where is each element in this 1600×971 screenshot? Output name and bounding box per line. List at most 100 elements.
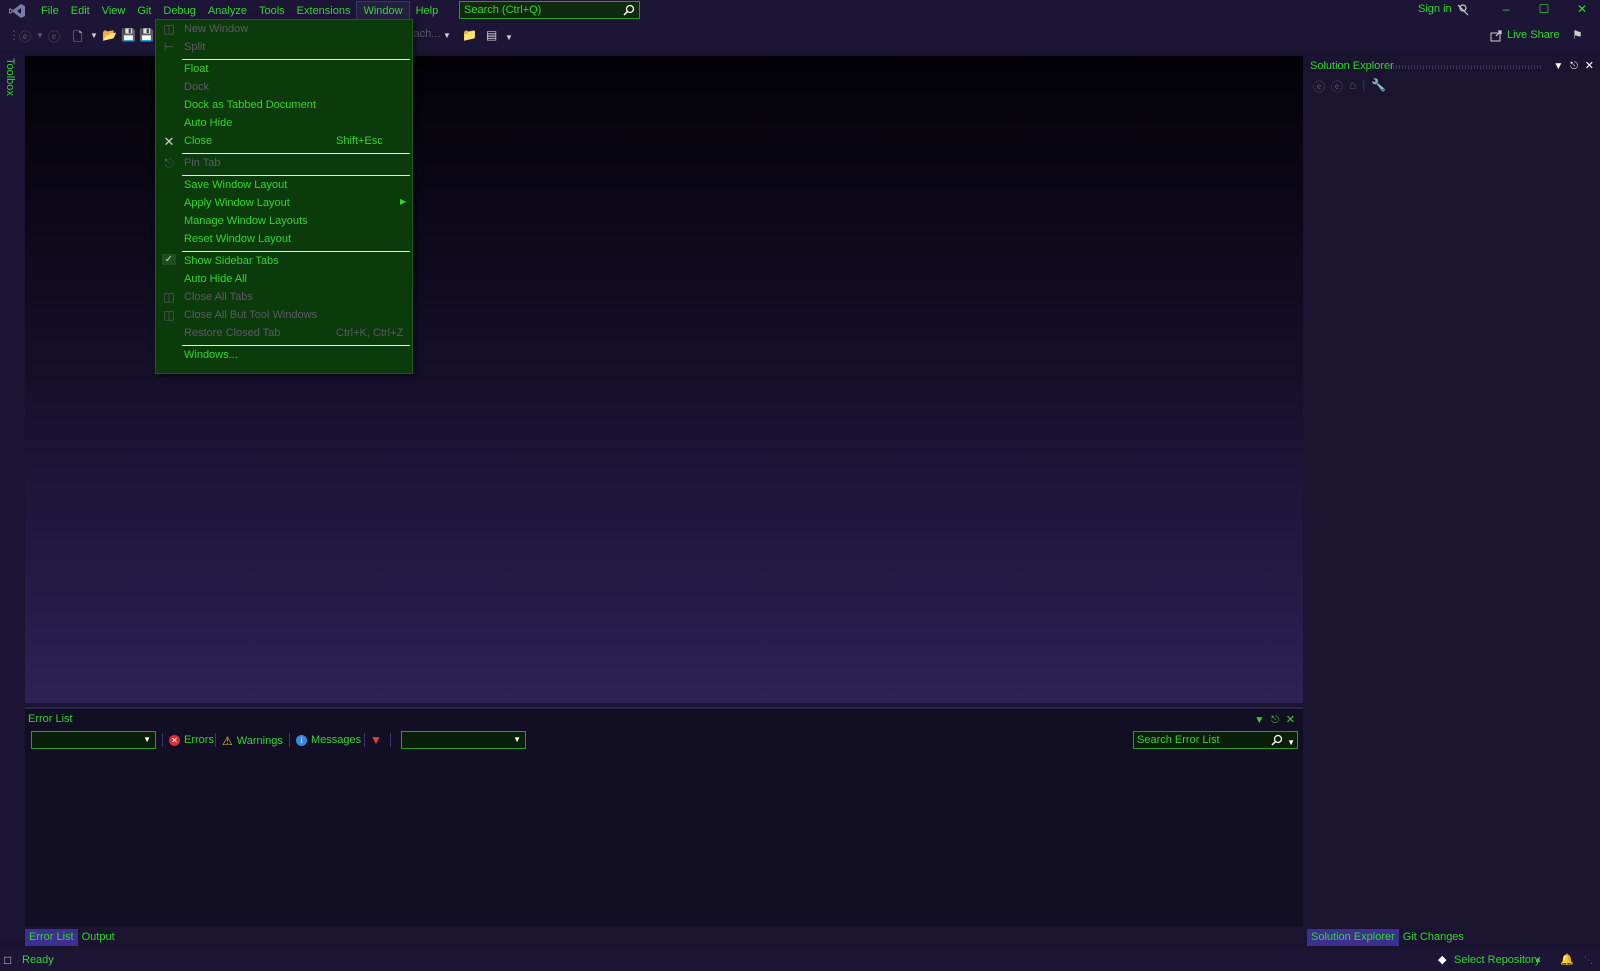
menu-separator xyxy=(182,251,410,252)
menu-window[interactable]: Window xyxy=(356,0,410,21)
scope-dropdown[interactable]: ▼ xyxy=(31,731,156,749)
close-window-icon[interactable]: ✕ xyxy=(1572,2,1592,18)
menu-git[interactable]: Git xyxy=(131,1,157,21)
new-window-icon: ◫ xyxy=(163,22,175,36)
chevron-up-icon[interactable]: ▲ xyxy=(1534,955,1542,964)
menu-file[interactable]: File xyxy=(35,1,65,21)
menu-separator xyxy=(182,59,410,60)
sign-in-link[interactable]: Sign in xyxy=(1418,3,1452,15)
output-status-icon[interactable]: □ xyxy=(4,953,11,967)
resize-grip-icon[interactable]: ⋱ xyxy=(1584,955,1593,966)
menu-separator xyxy=(182,345,410,346)
panel-dropdown-icon[interactable]: ▼ xyxy=(1254,715,1264,726)
menu-separator xyxy=(182,153,410,154)
new-project-icon[interactable]: 🗋 xyxy=(73,28,83,49)
menu-item-close-all-tabs: ◫ Close All Tabs xyxy=(163,290,253,304)
forward-icon[interactable]: ⓔ xyxy=(48,28,60,45)
new-project-dropdown-icon[interactable]: ▼ xyxy=(90,31,98,40)
save-icon[interactable]: 💾 xyxy=(121,28,136,42)
menu-item-manage-layouts[interactable]: Manage Window Layouts xyxy=(156,213,412,231)
visual-studio-logo-icon[interactable] xyxy=(8,3,26,19)
notifications-bell-icon[interactable]: 🔔 xyxy=(1560,953,1574,966)
checkmark-icon: ✓ xyxy=(162,254,176,265)
panel-dropdown-icon[interactable]: ▼ xyxy=(1553,61,1563,72)
back-icon[interactable]: ⓔ xyxy=(1313,78,1325,95)
menu-help[interactable]: Help xyxy=(410,1,445,21)
menu-item-save-layout[interactable]: Save Window Layout xyxy=(156,177,412,195)
menu-item-pin-tab: ⎋ Pin Tab xyxy=(156,155,412,173)
panel-grip[interactable] xyxy=(1387,65,1542,69)
account-settings-icon[interactable] xyxy=(1456,3,1470,17)
menu-item-show-sidebar-tabs[interactable]: ✓ Show Sidebar Tabs xyxy=(156,253,412,271)
menu-item-float[interactable]: Float xyxy=(156,61,412,79)
solution-explorer-title: Solution Explorer xyxy=(1310,60,1394,72)
menu-debug[interactable]: Debug xyxy=(157,1,201,21)
menu-extensions[interactable]: Extensions xyxy=(291,1,357,21)
menu-item-restore-closed-tab: Restore Closed Tab Ctrl+K, Ctrl+Z xyxy=(184,327,404,339)
search-input[interactable]: Search (Ctrl+Q) xyxy=(459,1,640,19)
menu-item-split: ⊢ Split xyxy=(163,40,206,54)
error-search-placeholder: Search Error List xyxy=(1137,734,1220,746)
open-folder-icon[interactable]: 📂 xyxy=(102,28,117,42)
home-icon[interactable]: ⌂ xyxy=(1349,78,1356,95)
menu-item-dock-tabbed[interactable]: Dock as Tabbed Document xyxy=(156,97,412,115)
solution-explorer-panel-buttons: ▼ ⎋ ✕ xyxy=(1553,59,1594,72)
build-dropdown[interactable]: ▼ xyxy=(401,731,526,749)
window-layout-icon[interactable]: ▤ xyxy=(486,28,497,42)
close-panel-icon[interactable]: ✕ xyxy=(1585,60,1594,72)
menu-item-close[interactable]: ✕ Close Shift+Esc xyxy=(156,133,412,151)
window-menu-dropdown: ◫ New Window ⊢ Split Float Dock Dock as … xyxy=(155,19,413,374)
menu-view[interactable]: View xyxy=(96,1,132,21)
tab-output[interactable]: Output xyxy=(78,929,119,946)
menu-bar: File Edit View Git Debug Analyze Tools E… xyxy=(0,0,1600,21)
minimize-icon[interactable]: – xyxy=(1496,2,1516,18)
warnings-filter-button[interactable]: ⚠ Warnings xyxy=(222,734,283,748)
menu-item-windows[interactable]: Windows... xyxy=(156,347,412,365)
pin-icon[interactable]: ⎋ xyxy=(1570,61,1578,72)
menu-item-auto-hide[interactable]: Auto Hide xyxy=(156,115,412,133)
error-list-panel: Error List ▼ ⎋ ✕ ▼ ✕ Errors ⚠ Warnings i… xyxy=(25,707,1303,927)
menu-analyze[interactable]: Analyze xyxy=(202,1,253,21)
error-list-search-input[interactable]: Search Error List ▼ xyxy=(1133,731,1298,749)
status-text: Ready xyxy=(22,954,54,966)
tab-error-list[interactable]: Error List xyxy=(25,929,78,946)
chevron-down-icon[interactable]: ▼ xyxy=(1287,735,1295,751)
error-list-title: Error List xyxy=(28,713,73,725)
bottom-panel-tabs: Error List Output xyxy=(25,929,119,946)
filter-icon[interactable]: ▼ xyxy=(370,733,382,747)
select-repository-button[interactable]: Select Repository xyxy=(1454,954,1540,966)
back-dropdown-icon[interactable]: ▼ xyxy=(36,31,44,40)
live-share-icon[interactable] xyxy=(1490,29,1503,42)
browse-folder-icon[interactable]: 📁 xyxy=(462,28,477,42)
menu-tools[interactable]: Tools xyxy=(253,1,291,21)
maximize-icon[interactable]: ☐ xyxy=(1534,2,1554,18)
chevron-down-icon: ▼ xyxy=(513,735,521,744)
save-all-icon[interactable]: 💾 xyxy=(139,28,154,42)
menu-item-apply-layout[interactable]: Apply Window Layout ▶ xyxy=(156,195,412,213)
feedback-icon[interactable]: ⚑ xyxy=(1572,28,1583,42)
close-panel-icon[interactable]: ✕ xyxy=(1286,714,1295,726)
search-icon xyxy=(1271,734,1283,746)
tab-git-changes[interactable]: Git Changes xyxy=(1399,929,1468,946)
attach-dropdown-icon[interactable]: ▼ xyxy=(443,31,451,40)
tab-solution-explorer[interactable]: Solution Explorer xyxy=(1307,929,1399,946)
separator xyxy=(162,733,163,747)
pin-icon[interactable]: ⎋ xyxy=(1271,715,1279,726)
live-share-button[interactable]: Live Share xyxy=(1507,29,1560,41)
menu-item-new-window: ◫ New Window xyxy=(163,22,249,36)
forward-icon[interactable]: ⓔ xyxy=(1331,78,1343,95)
separator: | xyxy=(1362,78,1366,92)
close-icon: ✕ xyxy=(163,134,175,149)
toolbar-overflow-icon[interactable]: ▼ xyxy=(505,33,513,42)
errors-filter-button[interactable]: ✕ Errors xyxy=(169,734,214,746)
toolbox-tab[interactable]: Toolbox xyxy=(4,58,16,96)
menu-edit[interactable]: Edit xyxy=(65,1,96,21)
menu-item-auto-hide-all[interactable]: Auto Hide All xyxy=(156,271,412,289)
back-icon[interactable]: ⓔ xyxy=(19,28,31,45)
messages-filter-button[interactable]: i Messages xyxy=(296,734,361,746)
error-icon: ✕ xyxy=(169,734,180,746)
separator xyxy=(364,733,365,747)
submenu-arrow-icon: ▶ xyxy=(400,197,407,206)
properties-wrench-icon[interactable]: 🔧 xyxy=(1371,78,1386,95)
menu-item-reset-layout[interactable]: Reset Window Layout xyxy=(156,231,412,249)
